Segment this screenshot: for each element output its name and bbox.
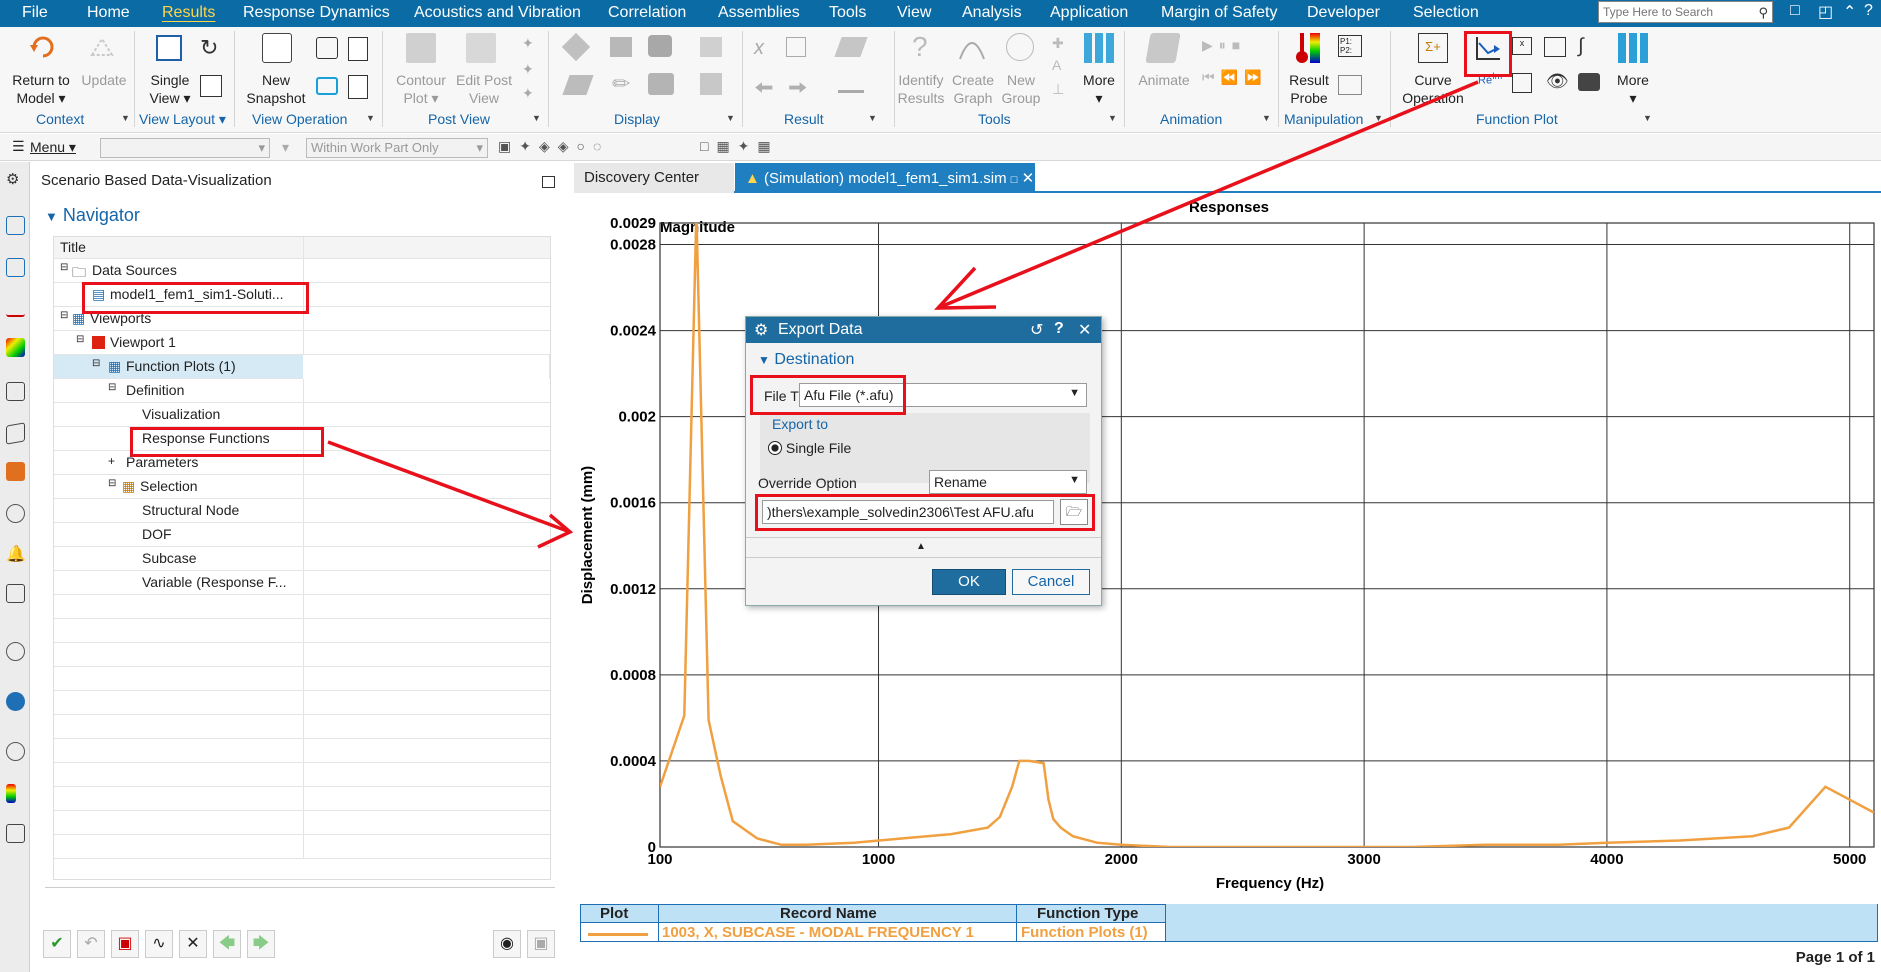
annotation-arrows: [327, 80, 1479, 549]
arrow-to-dialog: [937, 80, 1479, 310]
arrow-to-plot: [327, 440, 571, 534]
